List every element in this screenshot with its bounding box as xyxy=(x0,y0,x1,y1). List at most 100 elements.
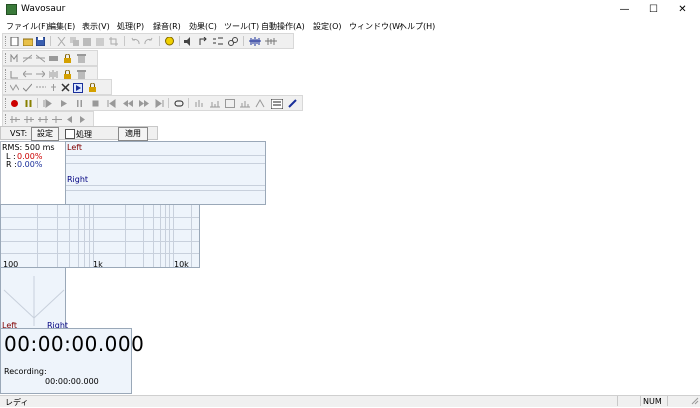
spectrum-tick-10k: 10k xyxy=(174,260,189,269)
trash-icon[interactable] xyxy=(77,70,86,79)
resize-grip-icon[interactable] xyxy=(690,396,699,406)
delete-marker-icon[interactable] xyxy=(61,83,70,92)
spectral-view-icon[interactable] xyxy=(265,37,277,45)
go-start-icon[interactable] xyxy=(107,99,116,108)
redo-icon[interactable] xyxy=(144,37,153,45)
close-button[interactable]: ✕ xyxy=(668,0,697,19)
lock-icon[interactable] xyxy=(63,53,72,63)
kick-snare-icon[interactable] xyxy=(270,98,284,110)
menu-effects[interactable]: 効果(C) xyxy=(189,21,217,32)
minimize-button[interactable]: — xyxy=(610,0,639,19)
invert-icon[interactable] xyxy=(36,70,46,78)
toolbar-transport xyxy=(2,95,303,111)
check-icon[interactable] xyxy=(22,83,33,92)
speaker-icon[interactable] xyxy=(184,37,193,46)
paste-new-icon[interactable] xyxy=(96,37,105,46)
fade-out-icon[interactable] xyxy=(35,54,46,63)
scope-icon[interactable] xyxy=(225,99,235,108)
cut-icon[interactable] xyxy=(57,36,66,47)
next-icon[interactable] xyxy=(78,115,87,123)
pencil-icon[interactable] xyxy=(288,99,297,108)
undo-icon[interactable] xyxy=(131,37,140,45)
equalize-icon[interactable] xyxy=(49,54,58,62)
fade-in-icon[interactable] xyxy=(22,54,33,63)
zigzag-icon[interactable] xyxy=(9,83,20,91)
channel-mix-icon[interactable] xyxy=(38,115,48,123)
lock-icon[interactable] xyxy=(63,69,72,79)
toolbar-separator xyxy=(50,36,51,46)
toolbar-channels xyxy=(2,111,94,127)
silence-icon[interactable] xyxy=(10,70,19,79)
meter-right-label: Right xyxy=(67,175,89,184)
crop-icon[interactable] xyxy=(109,37,118,46)
process-checkbox[interactable] xyxy=(65,129,75,139)
channel-left-icon[interactable] xyxy=(52,115,62,123)
play-from-start-icon[interactable] xyxy=(43,99,52,108)
process-label: 処理 xyxy=(76,130,92,139)
spectrum-grid-line xyxy=(169,205,170,267)
tuner-icon[interactable] xyxy=(255,98,265,108)
menu-view[interactable]: 表示(V) xyxy=(82,21,110,32)
meter-grid-line xyxy=(66,163,265,164)
fast-forward-icon[interactable] xyxy=(139,99,149,107)
paste-icon[interactable] xyxy=(83,37,92,46)
dash-line-icon[interactable] xyxy=(36,83,46,91)
trash-icon[interactable] xyxy=(77,54,86,63)
spectrum-grid-line xyxy=(84,205,85,267)
timer-icon[interactable] xyxy=(240,99,250,108)
waveform-view-icon[interactable] xyxy=(249,37,261,46)
marker-icon[interactable] xyxy=(213,37,223,45)
menu-process[interactable]: 処理(P) xyxy=(117,21,144,32)
toolbar-separator xyxy=(159,36,160,46)
menu-window[interactable]: ウィンドウ(W) xyxy=(349,21,403,32)
toolbar-grip[interactable] xyxy=(5,114,8,124)
toolbar-process xyxy=(2,50,98,66)
go-end-icon[interactable] xyxy=(155,99,164,108)
record-icon[interactable] xyxy=(10,99,19,107)
toolbar-grip[interactable] xyxy=(5,69,8,79)
spectrum-grid-line xyxy=(89,205,90,267)
toolbar-grip[interactable] xyxy=(5,53,8,63)
toolbar-grip[interactable] xyxy=(5,82,8,92)
vst-settings-button[interactable]: 設定 xyxy=(31,127,59,141)
menu-record[interactable]: 録音(R) xyxy=(153,21,181,32)
menu-edit[interactable]: 編集(E) xyxy=(48,21,75,32)
open-folder-icon[interactable] xyxy=(22,37,34,47)
stretch-icon[interactable] xyxy=(48,70,58,79)
menu-file[interactable]: ファイル(F) xyxy=(6,21,49,32)
rewind-icon[interactable] xyxy=(123,99,133,107)
play-icon[interactable] xyxy=(59,99,68,107)
save-icon[interactable] xyxy=(35,36,46,47)
help-icon[interactable] xyxy=(165,36,174,46)
loop-icon[interactable] xyxy=(174,99,184,107)
menu-help[interactable]: ヘルプ(H) xyxy=(399,21,435,32)
reverse-icon[interactable] xyxy=(22,70,32,78)
toolbar-grip[interactable] xyxy=(5,36,8,46)
channel-split-icon[interactable] xyxy=(10,115,20,123)
stop-icon[interactable] xyxy=(91,99,100,107)
pause-record-icon[interactable] xyxy=(24,99,33,107)
play-selection-icon[interactable] xyxy=(73,83,83,93)
lock-icon[interactable] xyxy=(88,82,97,92)
apply-button[interactable]: 適用 xyxy=(118,127,148,141)
pause-icon[interactable] xyxy=(75,99,84,107)
normalize-icon[interactable] xyxy=(10,53,19,62)
menu-automation[interactable]: 自動操作(A) xyxy=(261,21,305,32)
vu-meter-icon[interactable] xyxy=(195,99,204,107)
prev-icon[interactable] xyxy=(65,115,74,123)
link-icon[interactable] xyxy=(228,37,238,46)
spectrum-icon[interactable] xyxy=(210,99,220,108)
toolbar-grip[interactable] xyxy=(5,98,8,108)
toolbar-separator xyxy=(168,98,169,108)
loop-arrow-icon[interactable] xyxy=(199,36,208,45)
copy-icon[interactable] xyxy=(70,37,79,46)
channel-swap-icon[interactable] xyxy=(24,115,34,123)
menu-settings[interactable]: 設定(O) xyxy=(313,21,342,32)
toolbar-separator xyxy=(188,98,189,108)
scope-display xyxy=(3,276,65,326)
spectrum-grid-line xyxy=(165,205,166,267)
plus-marker-icon[interactable] xyxy=(49,83,58,91)
maximize-button[interactable]: ☐ xyxy=(639,0,668,19)
new-file-icon[interactable] xyxy=(10,36,19,47)
menu-tools[interactable]: ツール(T) xyxy=(224,21,259,32)
